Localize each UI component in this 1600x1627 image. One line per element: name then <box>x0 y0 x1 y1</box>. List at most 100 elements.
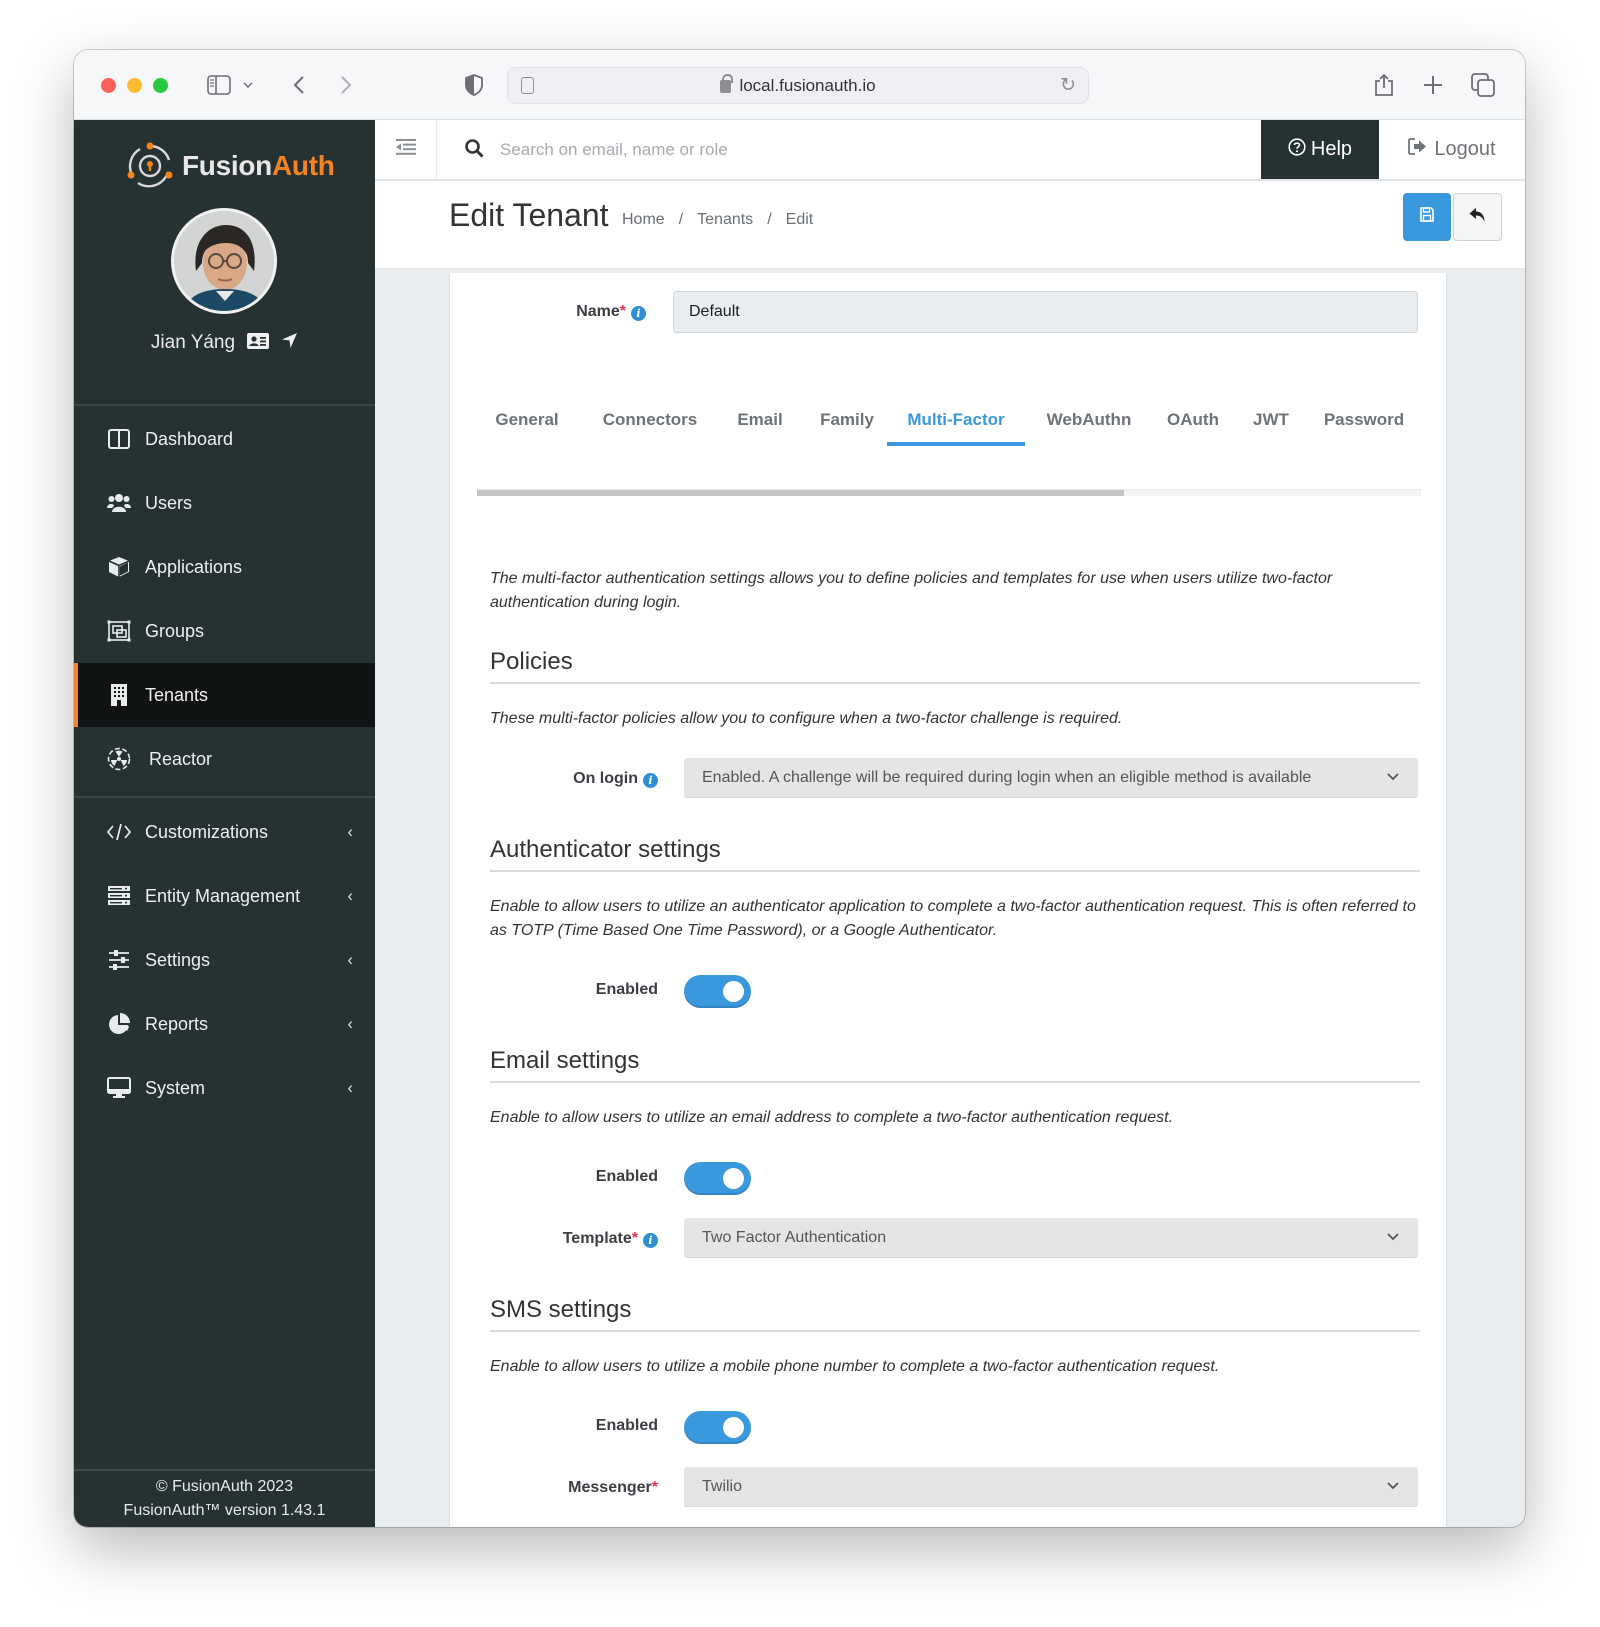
info-icon[interactable]: i <box>643 1233 658 1248</box>
on-login-select[interactable]: Enabled. A challenge will be required du… <box>684 758 1418 798</box>
authenticator-enabled-toggle[interactable] <box>684 975 751 1008</box>
breadcrumb-separator: / <box>678 211 684 228</box>
sliders-icon <box>107 948 131 972</box>
url-text: local.fusionauth.io <box>739 75 876 95</box>
logout-label: Logout <box>1434 138 1496 160</box>
search-input[interactable] <box>500 133 1150 167</box>
sidebar-item-settings[interactable]: Settings ‹ <box>74 928 375 992</box>
sidebar-item-dashboard[interactable]: Dashboard <box>74 407 375 471</box>
copyright-text: © FusionAuth 2023 <box>155 1478 294 1495</box>
info-icon[interactable]: i <box>643 773 658 788</box>
email-settings-description: Enable to allow users to utilize an emai… <box>490 1109 1174 1126</box>
sidebar-toggle-icon[interactable] <box>204 70 234 100</box>
tab-scrollbar-thumb[interactable] <box>477 490 1124 496</box>
email-template-label: Template* i <box>563 1230 658 1248</box>
sidebar-item-label: Applications <box>145 556 243 577</box>
sidebar-item-system[interactable]: System ‹ <box>74 1056 375 1120</box>
authenticator-enabled-label: Enabled <box>595 981 658 998</box>
email-template-select[interactable]: Two Factor Authentication <box>684 1218 1418 1258</box>
maximize-window-button[interactable] <box>153 78 168 93</box>
chevron-left-icon: ‹ <box>347 886 353 905</box>
sidebar-item-reactor[interactable]: Reactor <box>74 727 375 791</box>
sidebar-item-applications[interactable]: Applications <box>74 535 375 599</box>
reload-icon[interactable]: ↻ <box>1060 74 1076 97</box>
sidebar-item-label: Entity Management <box>145 885 301 906</box>
info-icon[interactable]: i <box>631 306 646 321</box>
sidebar-footer: © FusionAuth 2023 FusionAuth™ version 1.… <box>74 1469 375 1527</box>
tab-multi-factor[interactable]: Multi-Factor <box>887 400 1025 446</box>
sidebar-item-label: Reports <box>145 1013 209 1034</box>
minimize-window-button[interactable] <box>127 78 142 93</box>
search-icon <box>465 139 484 163</box>
share-icon[interactable] <box>1371 70 1397 100</box>
building-icon <box>107 683 131 707</box>
fusionauth-logo[interactable]: FusionAuth <box>126 142 335 190</box>
tab-bar: General Connectors Email Family Multi-Fa… <box>477 400 1421 448</box>
tab-family[interactable]: Family <box>807 400 887 440</box>
edit-tenant-form: Name* i Default General Connectors Email … <box>449 273 1447 1527</box>
location-arrow-icon[interactable] <box>281 332 298 354</box>
new-tab-icon[interactable] <box>1420 70 1446 100</box>
save-button[interactable] <box>1403 193 1451 241</box>
tab-oauth[interactable]: OAuth <box>1153 400 1233 440</box>
user-info: Jian Yáng <box>74 332 375 354</box>
tab-webauthn[interactable]: WebAuthn <box>1033 400 1145 440</box>
menu-toggle-button[interactable] <box>375 120 437 179</box>
email-enabled-toggle[interactable] <box>684 1162 751 1195</box>
policies-heading: Policies <box>490 648 1420 684</box>
back-button[interactable] <box>1453 193 1502 241</box>
name-label: Name* i <box>576 303 646 321</box>
groups-icon <box>107 619 131 643</box>
tab-scrollbar[interactable] <box>477 489 1421 496</box>
reactor-icon <box>107 747 131 771</box>
chevron-down-icon <box>1386 768 1404 786</box>
avatar[interactable] <box>171 208 277 314</box>
help-label: Help <box>1310 138 1353 160</box>
privacy-shield-icon[interactable] <box>462 70 486 100</box>
page-header: Edit Tenant Home / Tenants / Edit <box>375 181 1525 269</box>
chevron-down-icon[interactable] <box>240 70 256 100</box>
multi-factor-intro: The multi-factor authentication settings… <box>490 570 1333 611</box>
chevron-left-icon: ‹ <box>347 1078 353 1097</box>
sidebar-item-customizations[interactable]: Customizations ‹ <box>74 800 375 864</box>
name-input[interactable]: Default <box>673 291 1418 333</box>
email-enabled-label: Enabled <box>595 1168 658 1185</box>
logo-mark-icon <box>126 142 174 190</box>
tab-connectors[interactable]: Connectors <box>587 400 713 440</box>
messenger-select[interactable]: Twilio <box>684 1467 1418 1507</box>
breadcrumb-home[interactable]: Home <box>622 211 665 229</box>
tab-general[interactable]: General <box>477 400 577 440</box>
breadcrumb-tenants[interactable]: Tenants <box>697 211 753 229</box>
forward-arrow-icon[interactable] <box>336 70 356 100</box>
breadcrumb: Home / Tenants / Edit <box>622 211 813 229</box>
sidebar-item-users[interactable]: Users <box>74 471 375 535</box>
close-window-button[interactable] <box>101 78 116 93</box>
sidebar-item-groups[interactable]: Groups <box>74 599 375 663</box>
version-text: FusionAuth™ version 1.43.1 <box>123 1502 326 1519</box>
authenticator-heading: Authenticator settings <box>490 836 1420 872</box>
id-card-icon[interactable] <box>247 332 270 354</box>
sidebar-item-tenants[interactable]: Tenants <box>74 663 375 727</box>
breadcrumb-separator: / <box>767 211 772 228</box>
sidebar-item-label: Users <box>145 492 193 513</box>
help-button[interactable]: Help <box>1261 120 1379 179</box>
address-bar[interactable]: local.fusionauth.io ↻ <box>507 67 1089 104</box>
desktop-icon <box>107 1076 131 1100</box>
sidebar-item-reports[interactable]: Reports ‹ <box>74 992 375 1056</box>
sidebar-divider <box>74 404 375 406</box>
sidebar-item-label: Reactor <box>149 748 213 769</box>
logout-button[interactable]: Logout <box>1379 120 1525 179</box>
page-icon <box>521 77 534 94</box>
sidebar-item-label: Tenants <box>145 684 209 705</box>
back-arrow-icon[interactable] <box>289 70 309 100</box>
tab-email[interactable]: Email <box>725 400 795 440</box>
tab-overview-icon[interactable] <box>1469 70 1497 100</box>
tab-password[interactable]: Password <box>1307 400 1421 440</box>
sms-enabled-toggle[interactable] <box>684 1411 751 1444</box>
sms-settings-heading: SMS settings <box>490 1296 1420 1332</box>
sidebar-nav-expandable: Customizations ‹ Entity Management ‹ Set… <box>74 800 375 1120</box>
sidebar-item-entity-management[interactable]: Entity Management ‹ <box>74 864 375 928</box>
page-title: Edit Tenant <box>449 197 609 233</box>
question-circle-icon <box>1288 137 1306 162</box>
tab-jwt[interactable]: JWT <box>1239 400 1303 440</box>
